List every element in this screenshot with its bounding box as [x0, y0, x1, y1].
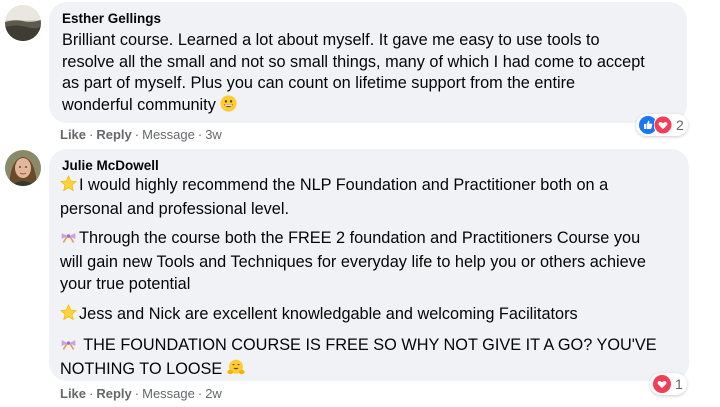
- comment-line: Jess and Nick are excellent knowledgable…: [60, 303, 657, 328]
- glowing-star-emoji: [60, 174, 77, 199]
- comment-line-text: Through the course both the FREE 2 found…: [79, 229, 641, 248]
- reply-link[interactable]: Reply: [96, 386, 131, 401]
- glowing-star-emoji: [60, 303, 77, 328]
- comment-line-text: I would highly recommend the NLP Foundat…: [79, 176, 609, 194]
- comment-bubble: Julie McDowell I would highly recommend …: [49, 149, 689, 381]
- reaction-count: 1: [675, 376, 683, 392]
- love-reaction-icon: [653, 375, 671, 393]
- comment-line-text: Jess and Nick are excellent knowledgable…: [79, 304, 578, 323]
- like-link[interactable]: Like: [60, 127, 86, 142]
- comment-actions: Like · Reply · Message · 2w: [60, 386, 222, 401]
- message-link[interactable]: Message: [142, 386, 195, 401]
- comment-line: Through the course both the FREE 2 found…: [60, 228, 657, 252]
- love-reaction-icon: [654, 116, 672, 134]
- comment-text: Brilliant course. Learned a lot about my…: [62, 30, 645, 119]
- reply-link[interactable]: Reply: [96, 127, 131, 142]
- grinning-face-emoji: [220, 95, 237, 119]
- like-link[interactable]: Like: [60, 386, 86, 401]
- ribbon-emoji: [60, 228, 77, 252]
- comment-bubble: Esther Gellings Brilliant course. Learne…: [49, 2, 687, 123]
- ribbon-emoji: [60, 335, 77, 359]
- comment-line-text: THE FOUNDATION COURSE IS FREE SO WHY NOT…: [79, 336, 657, 355]
- comment-text: I would highly recommend the NLP Foundat…: [60, 174, 657, 383]
- comment-line: THE FOUNDATION COURSE IS FREE SO WHY NOT…: [60, 335, 657, 359]
- comment-line: resolve all the small and not so small t…: [62, 52, 645, 71]
- reaction-count: 2: [676, 117, 684, 133]
- landscape-avatar-icon: [5, 5, 41, 41]
- person-avatar-icon: [5, 150, 41, 186]
- comment-line-last: NOTHING TO LOOSE: [60, 359, 657, 383]
- comment-line: I would highly recommend the NLP Foundat…: [60, 174, 657, 199]
- comment-author[interactable]: Esther Gellings: [62, 10, 161, 27]
- comment-line: Brilliant course. Learned a lot about my…: [62, 31, 600, 49]
- comment-line: as part of myself. Plus you can count on…: [62, 74, 576, 93]
- comment-line: your true potential: [60, 274, 191, 293]
- comment-line: personal and professional level.: [60, 199, 289, 218]
- timestamp[interactable]: 3w: [205, 127, 222, 142]
- timestamp[interactable]: 2w: [205, 386, 222, 401]
- reactions-badge[interactable]: 1: [650, 373, 687, 395]
- comment-line: will gain new Tools and Techniques for e…: [60, 253, 646, 272]
- comment-author[interactable]: Julie McDowell: [62, 157, 159, 174]
- comment-line-last: wonderful community: [62, 95, 645, 119]
- avatar[interactable]: [5, 5, 41, 41]
- reactions-badge[interactable]: 2: [636, 114, 688, 136]
- comment-line-text: NOTHING TO LOOSE: [60, 359, 223, 378]
- smiling-face-with-open-hands-emoji: [227, 359, 245, 383]
- comment-actions: Like · Reply · Message · 3w: [60, 127, 222, 142]
- comment-line: wonderful community: [62, 96, 216, 115]
- message-link[interactable]: Message: [142, 127, 195, 142]
- avatar[interactable]: [5, 150, 41, 186]
